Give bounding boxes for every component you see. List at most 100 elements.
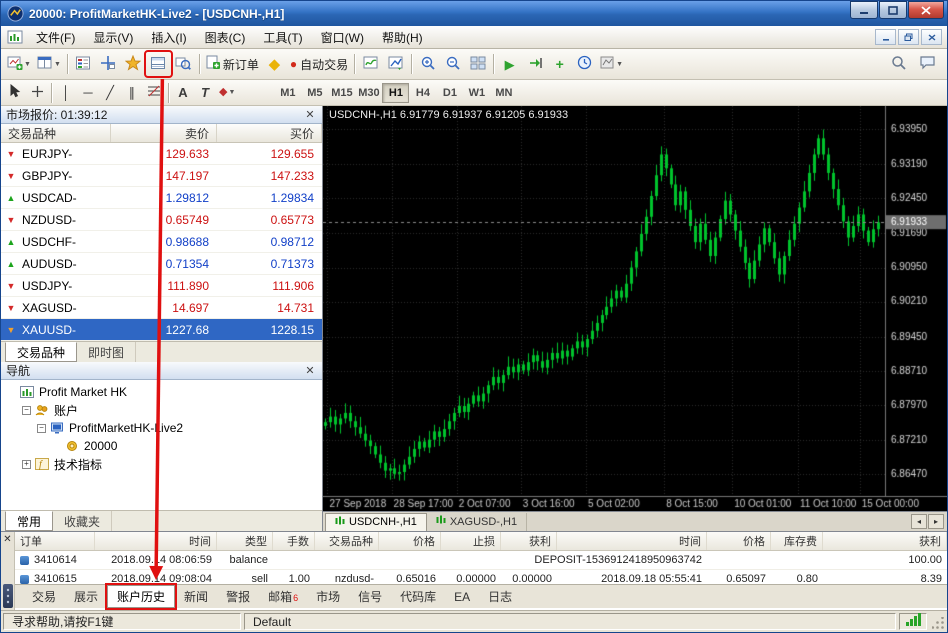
terminal-tab-代码库[interactable]: 代码库	[391, 585, 445, 608]
timeframe-D1[interactable]: D1	[436, 83, 463, 103]
timeframe-W1[interactable]: W1	[463, 83, 490, 103]
terminal-column-库存费-10[interactable]: 库存费	[771, 532, 823, 550]
navigator-toggle-button[interactable]	[121, 52, 146, 76]
tree-item-20000[interactable]: 20000	[1, 437, 322, 455]
market-watch-close-icon[interactable]: ✕	[303, 108, 317, 122]
menu-item-工具(T)[interactable]: 工具(T)	[254, 26, 311, 48]
terminal-column-类型-2[interactable]: 类型	[217, 532, 273, 550]
chart-window-icon[interactable]	[7, 30, 23, 44]
timeframe-M30[interactable]: M30	[355, 83, 382, 103]
strategy-tester-button[interactable]	[171, 52, 196, 76]
panel-handle-icon[interactable]	[3, 584, 13, 608]
terminal-column-订单-0[interactable]: 订单	[15, 532, 95, 550]
chart-close-button[interactable]	[921, 29, 942, 45]
menu-item-文件(F)[interactable]: 文件(F)	[27, 26, 84, 48]
collapse-icon[interactable]: −	[22, 406, 31, 415]
timeframe-M15[interactable]: M15	[328, 83, 355, 103]
timeframe-H4[interactable]: H4	[409, 83, 436, 103]
market-watch-row-USDJPY-[interactable]: ▼USDJPY-111.890111.906	[1, 275, 322, 297]
market-watch-column-交易品种[interactable]: 交易品种	[1, 124, 111, 142]
market-watch-row-USDCHF-[interactable]: ▲USDCHF-0.986880.98712	[1, 231, 322, 253]
terminal-tab-账户历史[interactable]: 账户历史	[107, 585, 175, 608]
tree-item-ProfitMarketHK-Live2[interactable]: −ProfitMarketHK-Live2	[1, 419, 322, 437]
timeframe-H1[interactable]: H1	[382, 83, 409, 103]
terminal-column-止损-6[interactable]: 止损	[441, 532, 501, 550]
autotrading-button[interactable]: ● 自动交易	[287, 52, 351, 76]
metaeditor-button[interactable]: ◆	[262, 52, 287, 76]
market-watch-toggle-button[interactable]	[71, 52, 96, 76]
terminal-column-时间-8[interactable]: 时间	[557, 532, 707, 550]
terminal-row-3410614[interactable]: 34106142018.09.14 08:06:59balanceDEPOSIT…	[15, 551, 947, 570]
terminal-column-获利-11[interactable]: 获利	[823, 532, 947, 550]
minimize-button[interactable]	[850, 1, 878, 19]
collapse-icon[interactable]: −	[37, 424, 46, 433]
horizontal-line-tool-button[interactable]: ─	[77, 82, 99, 103]
market-watch-tab-交易品种[interactable]: 交易品种	[5, 342, 77, 362]
tree-item-技术指标[interactable]: +f技术指标	[1, 455, 322, 473]
market-watch-row-NZDUSD-[interactable]: ▼NZDUSD-0.657490.65773	[1, 209, 322, 231]
terminal-tab-日志[interactable]: 日志	[479, 585, 521, 608]
period-clock-button[interactable]	[572, 52, 597, 76]
scroll-right-icon[interactable]: ▸	[928, 514, 944, 529]
terminal-column-手数-3[interactable]: 手数	[273, 532, 315, 550]
new-chart-button[interactable]: ▼	[4, 52, 34, 76]
crosshair-tool-button[interactable]	[26, 82, 48, 103]
terminal-row-3410615[interactable]: 34106152018.09.14 09:08:04sell1.00nzdusd…	[15, 570, 947, 584]
templates-button[interactable]: ▼	[597, 52, 626, 76]
arrows-tool-button[interactable]: ◆ ▼	[216, 82, 238, 103]
auto-scroll-button[interactable]: ▶	[497, 52, 522, 76]
market-watch-column-卖价[interactable]: 卖价	[111, 124, 217, 142]
market-watch-row-AUDUSD-[interactable]: ▲AUDUSD-0.713540.71373	[1, 253, 322, 275]
terminal-close-icon[interactable]: ✕	[2, 534, 13, 545]
terminal-tab-邮箱[interactable]: 邮箱6	[259, 585, 307, 608]
maximize-button[interactable]	[879, 1, 907, 19]
chat-button[interactable]	[915, 52, 940, 76]
chart-tab-XAGUSD-,H1[interactable]: XAGUSD-,H1	[427, 513, 527, 531]
fibonacci-tool-button[interactable]	[143, 82, 165, 103]
terminal-column-获利-7[interactable]: 获利	[501, 532, 557, 550]
market-watch-row-XAUUSD-[interactable]: ▼XAUUSD-1227.681228.15	[1, 319, 322, 341]
navigator-tab-收藏夹[interactable]: 收藏夹	[53, 511, 112, 531]
vertical-line-tool-button[interactable]: │	[55, 82, 77, 103]
timeframe-M1[interactable]: M1	[274, 83, 301, 103]
chart-tab-USDCNH-,H1[interactable]: USDCNH-,H1	[325, 513, 427, 531]
market-watch-row-EURJPY-[interactable]: ▼EURJPY-129.633129.655	[1, 143, 322, 165]
tile-windows-button[interactable]	[465, 52, 490, 76]
expand-icon[interactable]: +	[22, 460, 31, 469]
menu-item-图表(C)[interactable]: 图表(C)	[196, 26, 255, 48]
text-tool-button[interactable]: A	[172, 82, 194, 103]
market-watch-row-XAGUSD-[interactable]: ▼XAGUSD-14.69714.731	[1, 297, 322, 319]
trendline-tool-button[interactable]: ╱	[99, 82, 121, 103]
terminal-column-价格-9[interactable]: 价格	[707, 532, 771, 550]
search-button[interactable]	[886, 52, 911, 76]
terminal-column-价格-5[interactable]: 价格	[379, 532, 441, 550]
timeframe-MN[interactable]: MN	[490, 83, 517, 103]
resize-grip[interactable]	[930, 613, 945, 630]
terminal-tab-新闻[interactable]: 新闻	[175, 585, 217, 608]
terminal-tab-交易[interactable]: 交易	[23, 585, 65, 608]
scroll-left-icon[interactable]: ◂	[911, 514, 927, 529]
chart-minimize-button[interactable]	[875, 29, 896, 45]
menu-item-帮助(H)[interactable]: 帮助(H)	[373, 26, 432, 48]
chart-restore-button[interactable]	[898, 29, 919, 45]
market-watch-row-USDCAD-[interactable]: ▲USDCAD-1.298121.29834	[1, 187, 322, 209]
cursor-tool-button[interactable]	[4, 82, 26, 103]
navigator-close-icon[interactable]: ✕	[303, 364, 317, 378]
terminal-tab-展示[interactable]: 展示	[65, 585, 107, 608]
new-order-button[interactable]: 新订单	[203, 52, 262, 76]
chart-canvas[interactable]	[323, 106, 947, 511]
chart-shift-button[interactable]	[522, 52, 547, 76]
tree-item-Profit Market HK[interactable]: Profit Market HK	[1, 383, 322, 401]
new-object-button[interactable]: +	[547, 52, 572, 76]
zoom-out-button[interactable]	[440, 52, 465, 76]
terminal-tab-警报[interactable]: 警报	[217, 585, 259, 608]
zoom-in-button[interactable]	[415, 52, 440, 76]
terminal-column-交易品种-4[interactable]: 交易品种	[315, 532, 379, 550]
channel-tool-button[interactable]: ∥	[121, 82, 143, 103]
tree-item-账户[interactable]: −账户	[1, 401, 322, 419]
market-watch-row-GBPJPY-[interactable]: ▼GBPJPY-147.197147.233	[1, 165, 322, 187]
toolbar-terminal-button[interactable]	[146, 52, 171, 76]
market-watch-tab-即时图[interactable]: 即时图	[77, 342, 136, 362]
terminal-tab-市场[interactable]: 市场	[307, 585, 349, 608]
periods-button[interactable]	[383, 52, 408, 76]
